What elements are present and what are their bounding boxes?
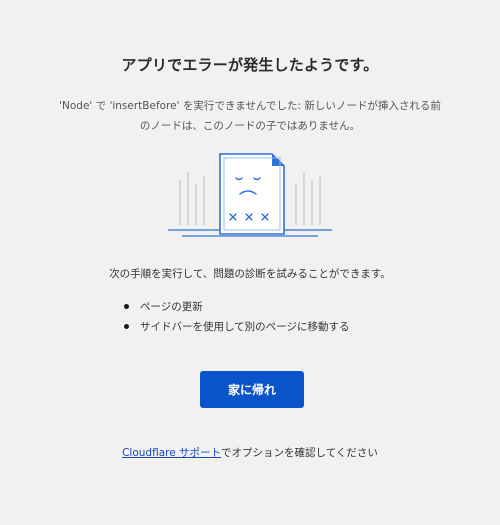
home-button[interactable]: 家に帰れ <box>200 371 304 408</box>
error-message: 'Node' で 'insertBefore' を実行できませんでした: 新しい… <box>59 100 441 132</box>
broken-document-icon <box>160 150 340 245</box>
recovery-steps-list: ページの更新 サイドバーを使用して別のページに移動する <box>124 300 349 340</box>
list-item: ページの更新 <box>124 300 349 320</box>
support-text: Cloudflare サポートでオプションを確認してください <box>0 445 500 460</box>
error-title: アプリでエラーが発生したようです。 <box>121 56 379 74</box>
error-page: アプリでエラーが発生したようです。 'Node' で 'insertBefore… <box>0 0 500 525</box>
recovery-intro: 次の手順を実行して、問題の診断を試みることができます。 <box>109 268 391 280</box>
cloudflare-support-link[interactable]: Cloudflare サポート <box>122 447 221 459</box>
support-suffix: でオプションを確認してください <box>221 447 378 459</box>
list-item: サイドバーを使用して別のページに移動する <box>124 320 349 340</box>
